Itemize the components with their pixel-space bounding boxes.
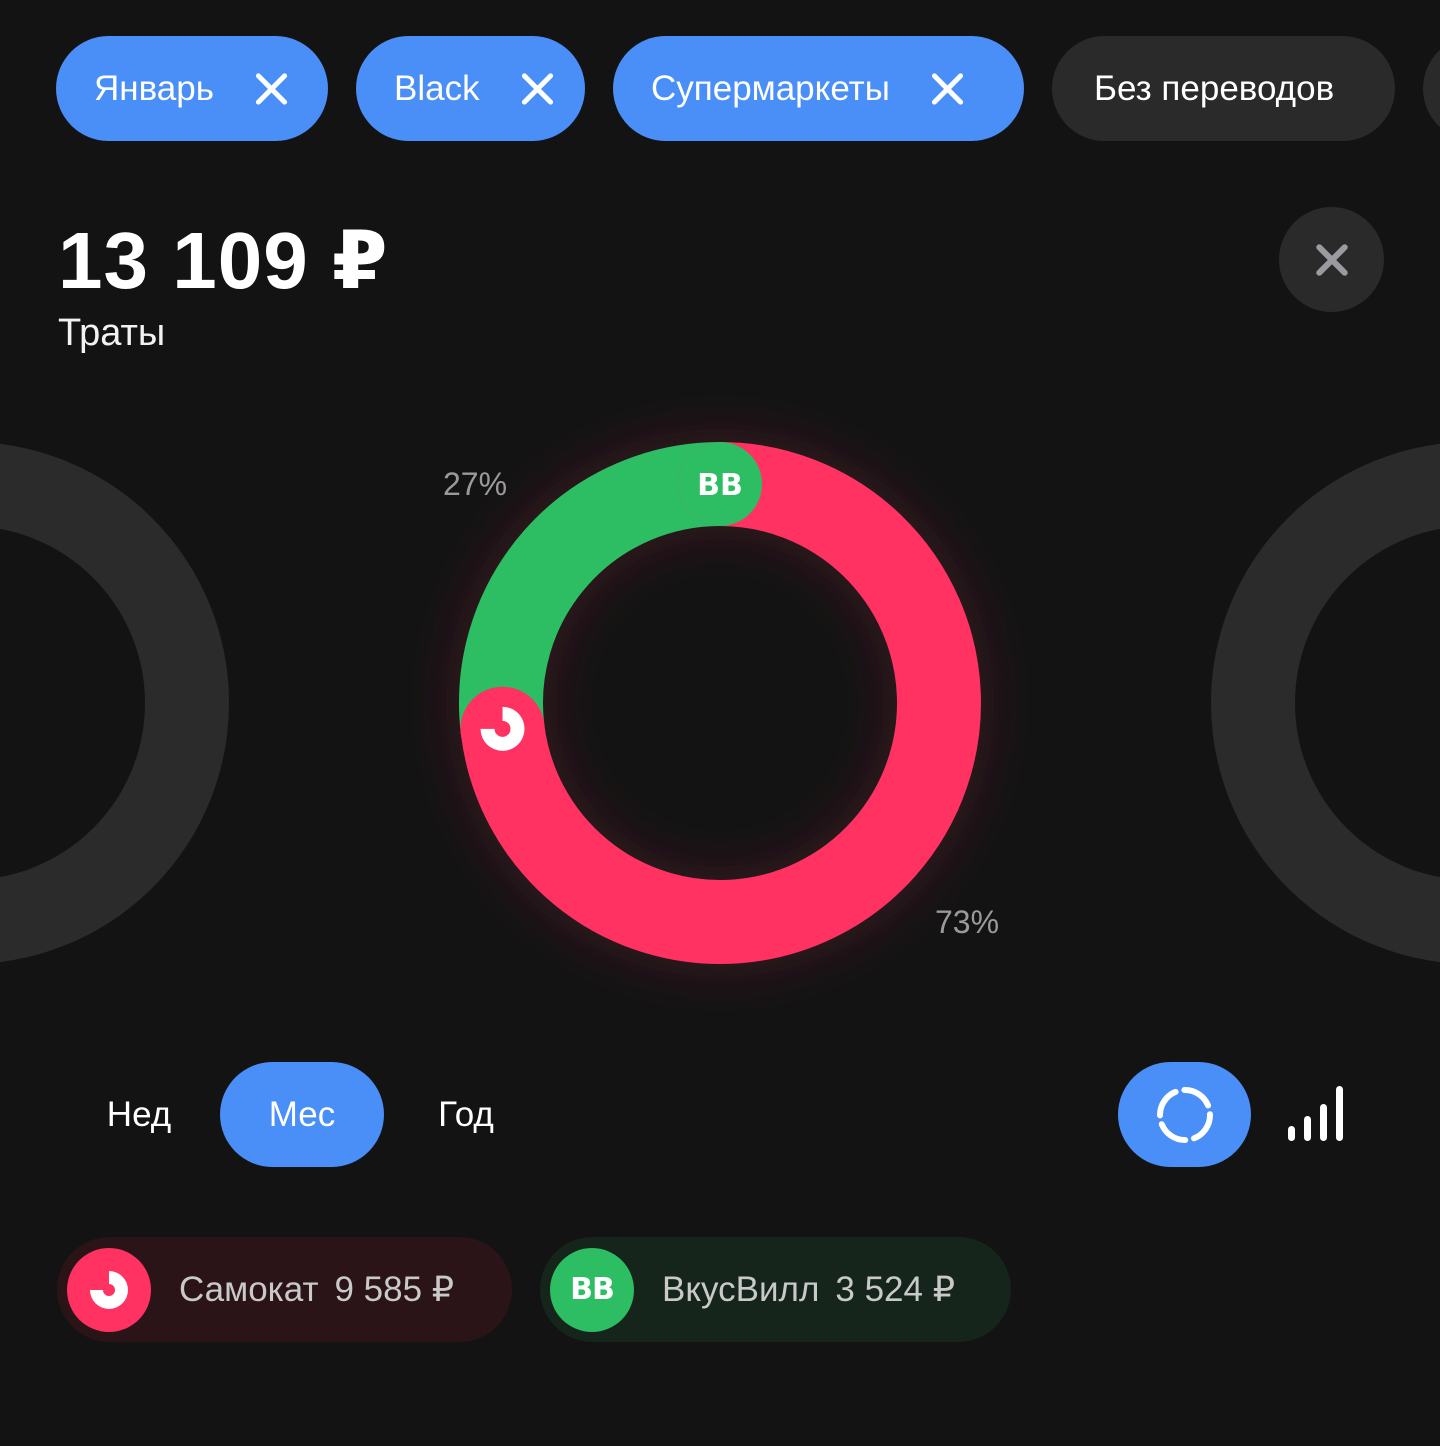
vkusvill-logo-icon: BB [550, 1247, 634, 1332]
donut-chart-icon [1156, 1086, 1213, 1143]
legend-value: 3 524 ₽ [835, 1269, 955, 1309]
segment-percent-samokat: 73% [935, 904, 1000, 940]
chip-card[interactable]: Black [356, 36, 585, 141]
spending-screen: Январь Black Супермаркеты Без переводов … [0, 0, 1440, 1446]
vkusvill-logo-text: BB [570, 1272, 615, 1307]
donut-view-button[interactable] [1118, 1062, 1251, 1167]
segment-percent-vkusvill: 27% [443, 466, 508, 502]
chip-label: Супермаркеты [651, 68, 890, 108]
donut-segment-vkusvill[interactable] [459, 442, 762, 771]
legend-item-samokat[interactable]: Самокат 9 585 ₽ [57, 1237, 512, 1342]
close-button[interactable] [1279, 207, 1384, 312]
chip-label: Январь [94, 68, 214, 108]
chip-no-transfers[interactable]: Без переводов [1052, 36, 1395, 141]
chip-category[interactable]: Супермаркеты [613, 36, 1024, 141]
bars-view-button[interactable] [1280, 1078, 1356, 1150]
chip-label: Без переводов [1094, 68, 1335, 108]
close-icon[interactable] [518, 70, 547, 108]
period-year[interactable]: Год [412, 1062, 520, 1167]
chip-month[interactable]: Январь [56, 36, 328, 141]
chip-label: Black [394, 68, 480, 108]
period-week[interactable]: Нед [85, 1062, 193, 1167]
vkusvill-badge: BB [697, 468, 743, 503]
total-amount: 13 109 ₽ [58, 216, 389, 305]
donut-chart: BB [0, 429, 1440, 977]
legend-item-vkusvill[interactable]: BB ВкусВилл 3 524 ₽ [540, 1237, 1011, 1342]
legend-value: 9 585 ₽ [334, 1269, 455, 1309]
prev-period-ring[interactable] [0, 444, 229, 962]
bar-chart-icon [1288, 1086, 1343, 1141]
filter-chips: Январь Black Супермаркеты Без переводов [56, 36, 1440, 141]
close-icon[interactable] [928, 70, 966, 108]
samokat-logo-icon [67, 1247, 151, 1332]
chip-more[interactable] [1423, 36, 1440, 141]
legend-name: Самокат [179, 1269, 319, 1309]
close-icon[interactable] [252, 70, 290, 108]
legend-name: ВкусВилл [662, 1269, 820, 1309]
total-label: Траты [58, 312, 166, 354]
period-month[interactable]: Мес [220, 1062, 384, 1167]
next-period-ring[interactable] [1211, 444, 1440, 962]
donut-cap-samokat [460, 686, 545, 771]
